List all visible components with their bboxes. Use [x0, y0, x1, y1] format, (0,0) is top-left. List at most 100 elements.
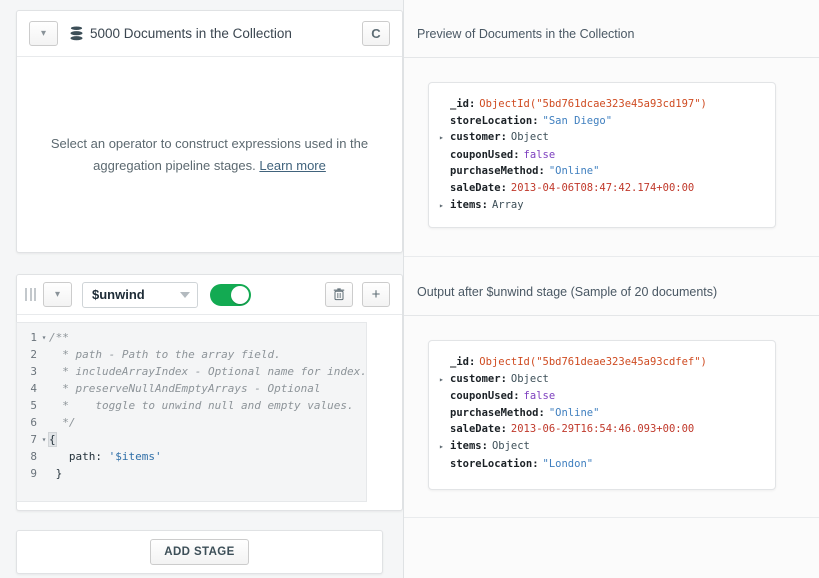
- chevron-down-icon: ▾: [41, 29, 46, 39]
- field-colon: :: [501, 421, 507, 438]
- trash-icon: [333, 288, 345, 301]
- collection-collapse-button[interactable]: ▾: [29, 21, 58, 46]
- line-content: /**: [49, 329, 366, 346]
- add-stage-button[interactable]: ADD STAGE: [150, 539, 248, 565]
- code-token: '$items': [109, 450, 162, 463]
- stage-operator-select[interactable]: $unwind: [82, 282, 198, 308]
- pipeline-stages-column: ▾ 5000 Documents in the Collection C Sel…: [0, 0, 403, 578]
- chevron-down-icon: [180, 292, 190, 298]
- code-token: * toggle to unwind null and empty values…: [49, 399, 354, 412]
- field-value: Array: [492, 197, 524, 214]
- document-field-row: storeLocation:"London": [439, 456, 763, 473]
- field-key: items: [450, 197, 482, 214]
- field-value: ObjectId("5bd761deae323e45a93cdfef"): [479, 354, 707, 371]
- document-field-row: couponUsed:false: [439, 388, 763, 405]
- document-field-row: purchaseMethod:"Online": [439, 163, 763, 180]
- database-stack-icon: [70, 26, 83, 41]
- output-document-fields: _id:ObjectId("5bd761deae323e45a93cdfef")…: [439, 354, 763, 472]
- field-colon: :: [539, 405, 545, 422]
- divider: [404, 517, 819, 518]
- refresh-button[interactable]: C: [362, 21, 390, 46]
- field-colon: :: [501, 129, 507, 146]
- field-key: items: [450, 438, 482, 455]
- line-content: * includeArrayIndex - Optional name for …: [49, 363, 367, 380]
- stage-collapse-button[interactable]: ▾: [43, 282, 72, 307]
- field-colon: :: [469, 96, 475, 113]
- field-key: customer: [450, 129, 501, 146]
- code-token: * path - Path to the array field.: [49, 348, 281, 361]
- field-value: 2013-06-29T16:54:46.093+00:00: [511, 421, 694, 438]
- fold-toggle-icon[interactable]: ▾: [39, 329, 49, 346]
- fold-toggle-icon[interactable]: ▾: [39, 431, 49, 448]
- divider: [404, 256, 819, 257]
- collection-placeholder-body: Select an operator to construct expressi…: [17, 57, 402, 253]
- preview-header-label: Preview of Documents in the Collection: [417, 27, 634, 41]
- document-field-row: _id:ObjectId("5bd761deae323e45a93cdfef"): [439, 354, 763, 371]
- expand-triangle-icon[interactable]: ▸: [439, 372, 450, 389]
- line-number: 9: [17, 465, 39, 482]
- operator-hint-text: Select an operator to construct expressi…: [51, 133, 368, 177]
- code-token: /**: [49, 331, 69, 344]
- divider: [404, 315, 819, 316]
- line-number: 5: [17, 397, 39, 414]
- field-value: false: [524, 388, 556, 405]
- add-stage-panel: ADD STAGE: [16, 530, 383, 574]
- editor-line: 5 * toggle to unwind null and empty valu…: [17, 397, 366, 414]
- editor-line: 9 }: [17, 465, 366, 482]
- learn-more-link[interactable]: Learn more: [259, 158, 325, 173]
- document-field-row: ▸items:Array: [439, 197, 763, 215]
- field-value: false: [524, 147, 556, 164]
- line-content: */: [49, 414, 366, 431]
- field-key: _id: [450, 354, 469, 371]
- toggle-knob: [231, 286, 249, 304]
- delete-stage-button[interactable]: [325, 282, 353, 307]
- field-value: "London": [543, 456, 594, 473]
- preview-document-card[interactable]: _id:ObjectId("5bd761dcae323e45a93cd197")…: [428, 82, 776, 228]
- field-colon: :: [513, 147, 519, 164]
- line-number: 8: [17, 448, 39, 465]
- refresh-icon: C: [371, 26, 380, 41]
- document-field-row: _id:ObjectId("5bd761dcae323e45a93cd197"): [439, 96, 763, 113]
- line-content: * preserveNullAndEmptyArrays - Optional: [49, 380, 366, 397]
- line-content: path: '$items': [49, 448, 366, 465]
- line-content: * toggle to unwind null and empty values…: [49, 397, 366, 414]
- line-number: 2: [17, 346, 39, 363]
- field-key: storeLocation: [450, 456, 532, 473]
- editor-line: 2 * path - Path to the array field.: [17, 346, 366, 363]
- field-colon: :: [482, 438, 488, 455]
- stage-code-editor[interactable]: 1▾/**2 * path - Path to the array field.…: [16, 322, 367, 502]
- collection-panel: ▾ 5000 Documents in the Collection C Sel…: [16, 10, 403, 253]
- field-key: couponUsed: [450, 388, 513, 405]
- stage-toolbar: ▾ $unwind: [17, 275, 402, 315]
- editor-line: 7▾{: [17, 431, 366, 448]
- document-field-row: storeLocation:"San Diego": [439, 113, 763, 130]
- stage-enabled-toggle[interactable]: [210, 284, 251, 306]
- field-key: saleDate: [450, 421, 501, 438]
- drag-handle-icon[interactable]: [25, 288, 36, 301]
- field-key: customer: [450, 371, 501, 388]
- line-number: 6: [17, 414, 39, 431]
- editor-line: 6 */: [17, 414, 366, 431]
- expand-triangle-icon[interactable]: ▸: [439, 198, 450, 215]
- field-colon: :: [469, 354, 475, 371]
- expand-triangle-icon[interactable]: ▸: [439, 439, 450, 456]
- code-token: * includeArrayIndex - Optional name for …: [49, 365, 367, 378]
- field-value: 2013-04-06T08:47:42.174+00:00: [511, 180, 694, 197]
- field-colon: :: [532, 113, 538, 130]
- add-stage-label: ADD STAGE: [164, 546, 234, 558]
- plus-icon: +: [372, 287, 381, 302]
- chevron-down-icon: ▾: [55, 290, 60, 300]
- expand-triangle-icon[interactable]: ▸: [439, 130, 450, 147]
- document-field-row: couponUsed:false: [439, 147, 763, 164]
- field-value: Object: [511, 129, 549, 146]
- add-stage-after-button[interactable]: +: [362, 282, 390, 307]
- line-content: {: [49, 431, 366, 448]
- field-key: purchaseMethod: [450, 163, 539, 180]
- code-token: }: [49, 467, 62, 480]
- drag-handle-bar: [25, 288, 27, 301]
- field-key: saleDate: [450, 180, 501, 197]
- field-key: _id: [450, 96, 469, 113]
- field-key: purchaseMethod: [450, 405, 539, 422]
- output-document-card[interactable]: _id:ObjectId("5bd761deae323e45a93cdfef")…: [428, 340, 776, 490]
- operator-hint-line1: Select an operator to construct expressi…: [51, 136, 368, 151]
